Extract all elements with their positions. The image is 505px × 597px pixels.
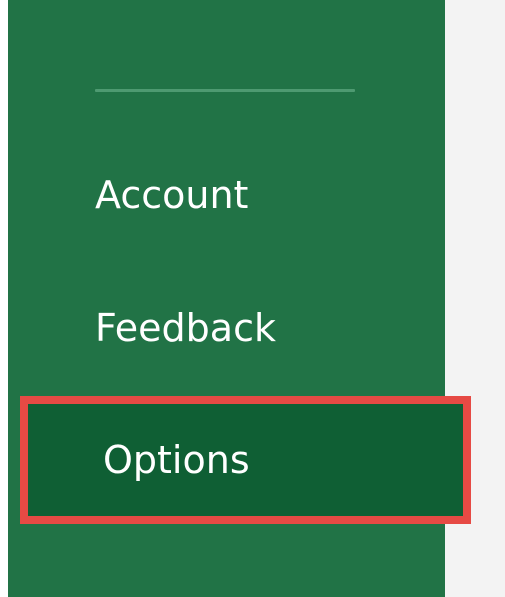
backstage-view: Account Feedback Options — [0, 0, 505, 597]
sidebar-item-label: Options — [103, 438, 250, 482]
sidebar-item-feedback[interactable]: Feedback — [8, 265, 445, 391]
sidebar-item-label: Account — [95, 173, 249, 217]
sidebar-item-label: Feedback — [95, 306, 276, 350]
sidebar-separator — [95, 89, 355, 92]
sidebar-item-account[interactable]: Account — [8, 132, 445, 258]
sidebar-item-options[interactable]: Options — [20, 396, 471, 524]
